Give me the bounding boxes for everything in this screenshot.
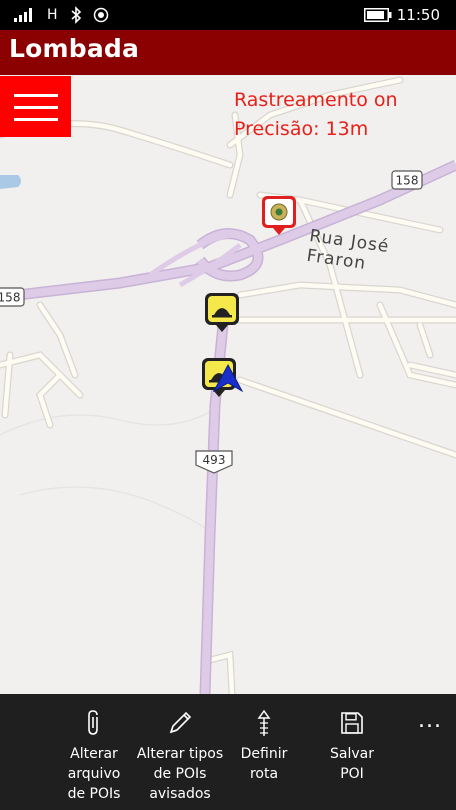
save-poi-button[interactable]: Salvar POI — [320, 694, 384, 810]
signal-icon — [14, 0, 34, 30]
more-options-button[interactable]: ... — [418, 708, 442, 733]
status-time: 11:50 — [396, 6, 440, 24]
change-poi-file-label: Alterar arquivo de POIs — [67, 746, 121, 802]
battery-icon — [364, 0, 392, 30]
police-marker-icon[interactable] — [262, 196, 296, 235]
app-header: Lombada — [0, 30, 456, 75]
change-poi-file-button[interactable]: Alterar arquivo de POIs — [54, 694, 134, 810]
svg-text:158: 158 — [396, 174, 419, 188]
tracking-status: Rastreamento on Precisão: 13m — [234, 86, 398, 144]
menu-bar-icon — [14, 106, 58, 109]
save-icon — [337, 708, 367, 738]
define-route-button[interactable]: Definir rota — [232, 694, 296, 810]
precision-text: Precisão: 13m — [234, 118, 369, 140]
define-route-label: Definir rota — [240, 746, 288, 782]
route-shield-158-right: 158 — [391, 170, 423, 190]
network-type: H — [47, 7, 58, 23]
tracking-status-text: Rastreamento on — [234, 89, 398, 111]
map-canvas: 158 158 493 — [0, 76, 456, 694]
route-shield-493: 493 — [195, 450, 233, 474]
bluetooth-icon — [70, 0, 82, 30]
route-icon — [249, 708, 279, 738]
svg-text:158: 158 — [0, 291, 20, 305]
status-bar: H 11:50 — [0, 0, 456, 30]
menu-bar-icon — [14, 94, 58, 97]
change-poi-types-button[interactable]: Alterar tipos de POIs avisados — [133, 694, 227, 810]
svg-text:493: 493 — [203, 453, 226, 467]
map-view[interactable]: 158 158 493 Rua José Fraron — [0, 75, 456, 694]
speed-bump-marker-1[interactable] — [205, 293, 239, 332]
route-shield-158-left: 158 — [0, 287, 25, 307]
app-bar: Alterar arquivo de POIs Alterar tipos de… — [0, 694, 456, 810]
pencil-icon — [165, 708, 195, 738]
save-poi-label: Salvar POI — [330, 746, 374, 782]
location-icon — [93, 0, 109, 30]
app-title: Lombada — [9, 34, 140, 63]
menu-bar-icon — [14, 118, 58, 121]
hamburger-menu-button[interactable] — [0, 76, 71, 137]
paperclip-icon — [79, 708, 109, 738]
change-poi-types-label: Alterar tipos de POIs avisados — [136, 746, 224, 802]
